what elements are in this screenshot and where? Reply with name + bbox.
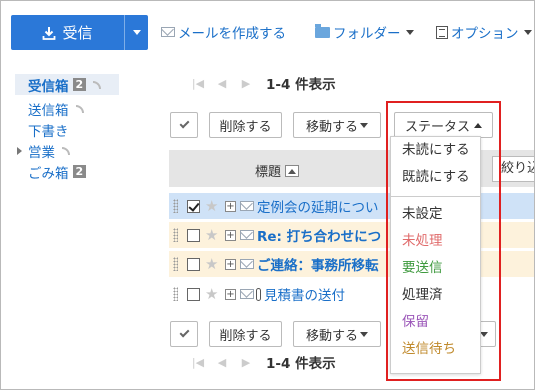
row-checkbox[interactable] xyxy=(187,199,200,213)
sidebar-item-label: 下書き xyxy=(28,123,69,140)
move-label: 移動する xyxy=(305,119,358,135)
compose-label: メールを作成する xyxy=(178,26,286,42)
folder-label: フォルダー xyxy=(333,26,401,42)
options-menu[interactable]: オプション xyxy=(436,22,532,42)
first-page-icon[interactable]: |◀ xyxy=(186,77,210,90)
sidebar-item-sales[interactable]: 営業 xyxy=(15,140,135,161)
receive-button[interactable]: 受信 xyxy=(11,15,125,50)
folder-sidebar: 受信箱 2 送信箱 下書き 営業 ごみ箱 2 xyxy=(15,74,135,182)
star-icon[interactable]: ★ xyxy=(205,197,220,215)
highlight-box xyxy=(386,101,501,381)
receive-dropdown-button[interactable] xyxy=(125,15,148,50)
sidebar-item-label: 営業 xyxy=(28,144,55,161)
move-button[interactable]: 移動する xyxy=(293,112,381,138)
chevron-down-icon xyxy=(360,331,368,337)
folder-menu[interactable]: フォルダー xyxy=(315,22,414,42)
row-checkbox[interactable] xyxy=(187,228,200,242)
count-badge: 2 xyxy=(72,165,87,178)
sidebar-item-label: 送信箱 xyxy=(28,102,69,119)
unread-count-badge: 2 xyxy=(72,78,87,91)
expand-plus-icon[interactable]: + xyxy=(225,258,236,270)
compose-link[interactable]: メールを作成する xyxy=(161,22,286,42)
chevron-down-icon xyxy=(360,122,368,128)
drag-handle-icon[interactable] xyxy=(173,287,178,301)
expand-icon[interactable] xyxy=(17,146,22,155)
sidebar-item-drafts[interactable]: 下書き xyxy=(15,119,135,140)
feed-icon xyxy=(62,146,70,155)
feed-icon xyxy=(75,104,84,113)
check-icon xyxy=(179,118,189,129)
next-page-icon[interactable]: ▶ xyxy=(234,77,258,90)
options-icon xyxy=(436,25,448,39)
expand-plus-icon[interactable]: + xyxy=(225,229,236,241)
chevron-down-icon xyxy=(523,29,532,35)
mail-icon xyxy=(240,289,254,299)
column-title-label: 標題 xyxy=(255,165,282,180)
mail-icon xyxy=(161,27,175,37)
drag-handle-icon[interactable] xyxy=(173,228,178,242)
prev-page-icon[interactable]: ◀ xyxy=(210,356,234,369)
sort-icon[interactable] xyxy=(285,164,300,177)
column-header-title[interactable]: 標題 xyxy=(255,161,300,180)
message-subject[interactable]: ご連絡：事務所移転 xyxy=(257,254,379,274)
delete-button[interactable]: 削除する xyxy=(209,321,282,347)
receive-label: 受信 xyxy=(62,24,93,42)
attachment-icon xyxy=(256,287,261,301)
check-icon xyxy=(179,327,189,338)
star-icon[interactable]: ★ xyxy=(205,255,220,273)
expand-plus-icon[interactable]: + xyxy=(225,200,236,212)
move-button[interactable]: 移動する xyxy=(293,321,381,347)
first-page-icon[interactable]: |◀ xyxy=(186,356,210,369)
pager-bottom: |◀ ◀ ▶ 1-4 件表示 xyxy=(186,352,336,373)
delete-label: 削除する xyxy=(219,328,272,344)
chevron-down-icon xyxy=(132,30,141,35)
item-count-text: 1-4 件表示 xyxy=(266,356,336,372)
delete-label: 削除する xyxy=(219,119,272,135)
mail-icon xyxy=(240,230,254,240)
select-all-button[interactable] xyxy=(170,112,198,138)
sidebar-item-sent[interactable]: 送信箱 xyxy=(15,98,135,119)
feed-icon xyxy=(93,80,102,89)
star-icon[interactable]: ★ xyxy=(205,285,220,303)
sidebar-item-trash[interactable]: ごみ箱 2 xyxy=(15,161,135,182)
move-label: 移動する xyxy=(305,328,358,344)
row-checkbox[interactable] xyxy=(187,257,200,271)
sidebar-item-label: ごみ箱 xyxy=(28,165,69,182)
message-subject[interactable]: Re: 打ち合わせにつ xyxy=(257,225,381,245)
download-icon xyxy=(43,26,56,40)
mail-app-window: 受信 メールを作成する フォルダー オプション 受信箱 2 送信箱 下書き 営業… xyxy=(0,0,535,390)
delete-button[interactable]: 削除する xyxy=(209,112,282,138)
sidebar-item-inbox[interactable]: 受信箱 2 xyxy=(15,74,119,95)
select-all-button[interactable] xyxy=(170,321,198,347)
message-subject[interactable]: 定例会の延期につい xyxy=(257,196,379,216)
item-count-text: 1-4 件表示 xyxy=(266,77,336,93)
message-subject[interactable]: 見積書の送付 xyxy=(264,284,345,304)
folder-icon xyxy=(315,23,330,38)
mail-icon xyxy=(240,259,254,269)
prev-page-icon[interactable]: ◀ xyxy=(210,77,234,90)
expand-plus-icon[interactable]: + xyxy=(225,288,236,300)
next-page-icon[interactable]: ▶ xyxy=(234,356,258,369)
drag-handle-icon[interactable] xyxy=(173,199,178,213)
receive-split-button: 受信 xyxy=(11,15,148,50)
sidebar-item-label: 受信箱 xyxy=(28,78,69,95)
drag-handle-icon[interactable] xyxy=(173,257,178,271)
mail-icon xyxy=(240,201,254,211)
star-icon[interactable]: ★ xyxy=(205,226,220,244)
row-checkbox[interactable] xyxy=(187,287,200,301)
options-label: オプション xyxy=(451,26,519,42)
filter-label: 絞り込 xyxy=(501,161,534,176)
pager-top: |◀ ◀ ▶ 1-4 件表示 xyxy=(186,73,336,94)
chevron-down-icon xyxy=(405,29,414,35)
